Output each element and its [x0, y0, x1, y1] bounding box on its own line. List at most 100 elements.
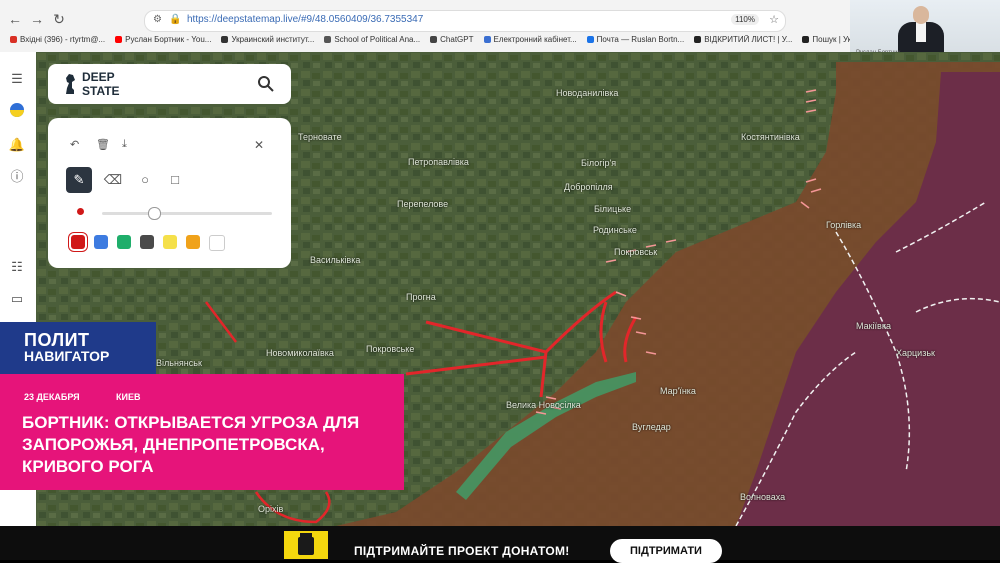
- bookmark-item[interactable]: Електронний кабінет...: [483, 35, 577, 44]
- bookmark-label: Почта — Ruslan Bortn...: [596, 35, 685, 44]
- bookmark-item[interactable]: School of Political Ana...: [324, 35, 420, 44]
- site-info-icon[interactable]: ⚙: [153, 14, 162, 25]
- download-icon[interactable]: ⤓: [122, 138, 127, 151]
- donate-text: ПІДТРИМАЙТЕ ПРОЕКТ ДОНАТОМ!: [354, 544, 570, 558]
- town-label[interactable]: Прогна: [406, 292, 436, 302]
- donate-button[interactable]: ПІДТРИМАТИ: [610, 539, 722, 563]
- address-bar[interactable]: ⚙ 🔒 https://deepstatemap.live/#9/48.0560…: [144, 10, 786, 32]
- news-logo-banner: ПОЛИТ НАВИГАТОР: [0, 322, 156, 374]
- bookmark-favicon-icon: [483, 36, 491, 44]
- bookmark-item[interactable]: Украинский институт...: [221, 35, 314, 44]
- bookmark-label: Пошук | Украї: [812, 35, 850, 44]
- bookmark-label: ВІДКРИТИЙ ЛИСТ! | У...: [704, 35, 793, 44]
- logo-line2: STATE: [82, 84, 120, 98]
- bookmark-item[interactable]: Пошук | Украї: [802, 35, 850, 44]
- star-icon[interactable]: ☆: [769, 13, 779, 26]
- layers-icon[interactable]: ▭: [8, 290, 26, 308]
- zoom-badge[interactable]: 110%: [731, 14, 759, 25]
- bookmark-favicon-icon: [802, 36, 810, 44]
- town-label[interactable]: Білогір'я: [581, 158, 616, 168]
- bookmark-favicon-icon: [694, 36, 702, 44]
- close-icon[interactable]: ✕: [254, 138, 264, 152]
- caption-headline: БОРТНИК: ОТКРЫВАЕТСЯ УГРОЗА ДЛЯ ЗАПОРОЖЬ…: [22, 413, 360, 476]
- lock-icon: 🔒: [169, 14, 182, 25]
- presenter-shirt: [916, 22, 926, 42]
- bookmark-item[interactable]: Вхідні (396) - rtyrtm@...: [10, 35, 105, 44]
- bookmark-favicon-icon: [324, 36, 332, 44]
- forward-icon[interactable]: →: [28, 10, 46, 28]
- bookmark-label: Вхідні (396) - rtyrtm@...: [20, 35, 106, 44]
- bookmark-favicon-icon: [586, 36, 594, 44]
- back-icon[interactable]: ←: [6, 10, 24, 28]
- town-label[interactable]: Оріхів: [258, 504, 283, 514]
- color-swatch[interactable]: [209, 235, 225, 251]
- stroke-size-slider[interactable]: [102, 212, 272, 215]
- bookmark-label: Руслан Бортник - You...: [125, 35, 212, 44]
- town-label[interactable]: Покровське: [366, 344, 414, 354]
- eraser-tool-button[interactable]: ⌫: [100, 167, 126, 193]
- bookmarks-bar: Вхідні (396) - rtyrtm@... Руслан Бортник …: [0, 35, 850, 51]
- bookmark-label: School of Political Ana...: [334, 35, 421, 44]
- reload-icon[interactable]: ↻: [50, 10, 68, 28]
- town-label[interactable]: Новоданилівка: [556, 88, 618, 98]
- town-label[interactable]: Покровськ: [614, 247, 657, 257]
- stroke-size-knob[interactable]: [148, 207, 161, 220]
- bookmark-favicon-icon: [430, 36, 438, 44]
- color-swatch[interactable]: [186, 235, 200, 249]
- news-caption: 23 ДЕКАБРЯ КИЕВ БОРТНИК: ОТКРЫВАЕТСЯ УГР…: [0, 374, 404, 490]
- town-label[interactable]: Харцизьк: [896, 348, 935, 358]
- bookmark-item[interactable]: ChatGPT: [430, 35, 474, 44]
- town-label[interactable]: Білицьке: [594, 204, 631, 214]
- town-label[interactable]: Петропавлівка: [408, 157, 469, 167]
- town-label[interactable]: Костянтинівка: [741, 132, 800, 142]
- color-swatch[interactable]: [117, 235, 131, 249]
- menu-icon[interactable]: ☰: [8, 70, 26, 88]
- bookmark-label: Електронний кабінет...: [493, 35, 577, 44]
- town-label[interactable]: Васильківка: [310, 255, 360, 265]
- logo-text: DEEP STATE: [82, 70, 120, 98]
- trash-icon[interactable]: 🗑: [96, 138, 110, 151]
- town-label[interactable]: Терноватe: [298, 132, 342, 142]
- town-label[interactable]: Мар'їнка: [660, 386, 696, 396]
- town-label[interactable]: Горлівка: [826, 220, 861, 230]
- color-swatch[interactable]: [163, 235, 177, 249]
- presenter-head: [913, 6, 929, 24]
- donate-cup-icon: [284, 531, 328, 559]
- bell-icon[interactable]: 🔔: [8, 136, 26, 154]
- town-label[interactable]: Добропілля: [564, 182, 613, 192]
- browser-navbar: ← → ↻ ⚙ 🔒 https://deepstatemap.live/#9/4…: [0, 8, 850, 32]
- bookmark-favicon-icon: [115, 36, 123, 44]
- bookmark-item[interactable]: ВІДКРИТИЙ ЛИСТ! | У...: [694, 35, 792, 44]
- bookmark-favicon-icon: [10, 36, 17, 44]
- town-label[interactable]: Велика Новосілка: [506, 400, 581, 410]
- ukraine-flag-icon[interactable]: [8, 102, 26, 120]
- circle-tool-button[interactable]: ○: [132, 167, 158, 193]
- color-swatch[interactable]: [71, 235, 85, 249]
- url-text[interactable]: https://deepstatemap.live/#9/48.0560409/…: [187, 14, 423, 25]
- sliders-icon[interactable]: ☷: [8, 258, 26, 276]
- bookmark-favicon-icon: [221, 36, 229, 44]
- undo-icon[interactable]: ↶: [70, 138, 79, 151]
- info-icon[interactable]: ⓘ: [8, 168, 26, 186]
- color-swatch[interactable]: [94, 235, 108, 249]
- town-label[interactable]: Вільнянськ: [156, 358, 202, 368]
- pen-tool-button[interactable]: ✎: [66, 167, 92, 193]
- town-label[interactable]: Волноваха: [740, 492, 785, 502]
- town-label[interactable]: Родинське: [593, 225, 637, 235]
- town-label[interactable]: Новомиколаївка: [266, 348, 334, 358]
- logo-search-box: DEEP STATE: [48, 64, 291, 104]
- town-label[interactable]: Перепелове: [397, 199, 448, 209]
- knight-logo-icon: [66, 74, 75, 94]
- logo-line1: DEEP: [82, 70, 115, 84]
- browser-chrome: ← → ↻ ⚙ 🔒 https://deepstatemap.live/#9/4…: [0, 0, 850, 52]
- search-icon[interactable]: [257, 75, 275, 93]
- caption-date: 23 ДЕКАБРЯ: [24, 392, 80, 402]
- rectangle-tool-button[interactable]: □: [162, 167, 188, 193]
- town-label[interactable]: Вугледар: [632, 422, 671, 432]
- bookmark-item[interactable]: Руслан Бортник - You...: [115, 35, 211, 44]
- bookmark-item[interactable]: Почта — Ruslan Bortn...: [586, 35, 685, 44]
- caption-city: КИЕВ: [116, 392, 141, 402]
- news-logo-line2: НАВИГАТОР: [24, 348, 110, 364]
- color-swatch[interactable]: [140, 235, 154, 249]
- town-label[interactable]: Макіївка: [856, 321, 891, 331]
